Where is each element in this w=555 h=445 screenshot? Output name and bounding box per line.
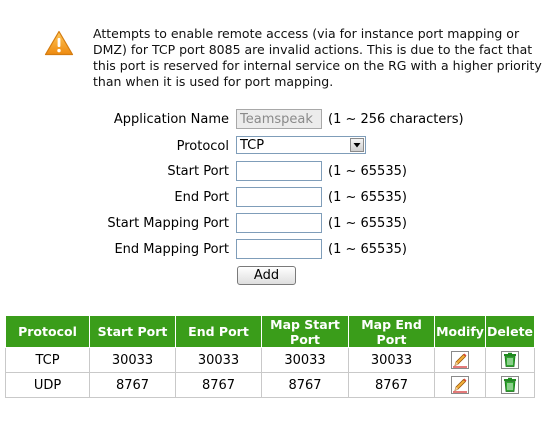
application-name-label: Application Name	[113, 112, 229, 127]
edit-pencil-icon[interactable]	[450, 375, 470, 395]
protocol-select[interactable]: TCP	[236, 136, 366, 154]
protocol-label: Protocol	[176, 139, 229, 154]
application-name-hint: (1 ~ 256 characters)	[328, 112, 464, 127]
start-port-input[interactable]	[236, 161, 322, 181]
start-mapping-port-input[interactable]	[236, 213, 322, 233]
cell-protocol: TCP	[5, 347, 90, 373]
cell-map-end-port: 8767	[348, 372, 435, 398]
table-header-row: Protocol Start Port End Port Map Start P…	[5, 315, 535, 348]
start-port-label: Start Port	[167, 164, 229, 179]
cell-modify	[434, 347, 486, 373]
end-port-row: End Port (1 ~ 65535)	[0, 187, 555, 209]
header-delete: Delete	[485, 315, 535, 348]
trash-icon[interactable]	[500, 350, 520, 370]
edit-pencil-icon[interactable]	[450, 350, 470, 370]
cell-modify	[434, 372, 486, 398]
warning-icon	[44, 30, 74, 56]
end-mapping-port-input[interactable]	[236, 239, 322, 259]
start-port-row: Start Port (1 ~ 65535)	[0, 161, 555, 183]
cell-map-end-port: 30033	[348, 347, 435, 373]
end-mapping-port-hint: (1 ~ 65535)	[328, 242, 407, 257]
end-port-input[interactable]	[236, 187, 322, 207]
cell-end-port: 8767	[175, 372, 262, 398]
chevron-down-icon[interactable]	[350, 138, 364, 152]
port-mapping-table: Protocol Start Port End Port Map Start P…	[5, 315, 535, 398]
header-start-port: Start Port	[89, 315, 176, 348]
application-name-input[interactable]	[236, 109, 322, 129]
cell-delete	[485, 372, 535, 398]
cell-protocol: UDP	[5, 372, 90, 398]
start-port-hint: (1 ~ 65535)	[328, 164, 407, 179]
cell-start-port: 30033	[89, 347, 176, 373]
header-end-port: End Port	[175, 315, 262, 348]
header-map-end-port: Map End Port	[348, 315, 435, 348]
cell-end-port: 30033	[175, 347, 262, 373]
cell-delete	[485, 347, 535, 373]
header-protocol: Protocol	[5, 315, 90, 348]
trash-icon[interactable]	[500, 375, 520, 395]
protocol-selected-value: TCP	[240, 138, 265, 153]
cell-map-start-port: 8767	[261, 372, 349, 398]
header-map-start-port: Map Start Port	[261, 315, 349, 348]
table-row: TCP 30033 30033 30033 30033	[5, 347, 535, 373]
add-button[interactable]: Add	[237, 266, 296, 285]
end-port-hint: (1 ~ 65535)	[328, 190, 407, 205]
cell-start-port: 8767	[89, 372, 176, 398]
start-mapping-port-row: Start Mapping Port (1 ~ 65535)	[0, 213, 555, 235]
start-mapping-port-label: Start Mapping Port	[107, 216, 229, 231]
end-mapping-port-label: End Mapping Port	[114, 242, 229, 257]
end-port-label: End Port	[174, 190, 229, 205]
application-name-row: Application Name (1 ~ 256 characters)	[0, 109, 555, 131]
table-row: UDP 8767 8767 8767 8767	[5, 372, 535, 398]
start-mapping-port-hint: (1 ~ 65535)	[328, 216, 407, 231]
end-mapping-port-row: End Mapping Port (1 ~ 65535)	[0, 239, 555, 261]
header-modify: Modify	[434, 315, 486, 348]
cell-map-start-port: 30033	[261, 347, 349, 373]
protocol-row: Protocol TCP	[0, 136, 555, 158]
warning-message: Attempts to enable remote access (via fo…	[93, 26, 542, 89]
